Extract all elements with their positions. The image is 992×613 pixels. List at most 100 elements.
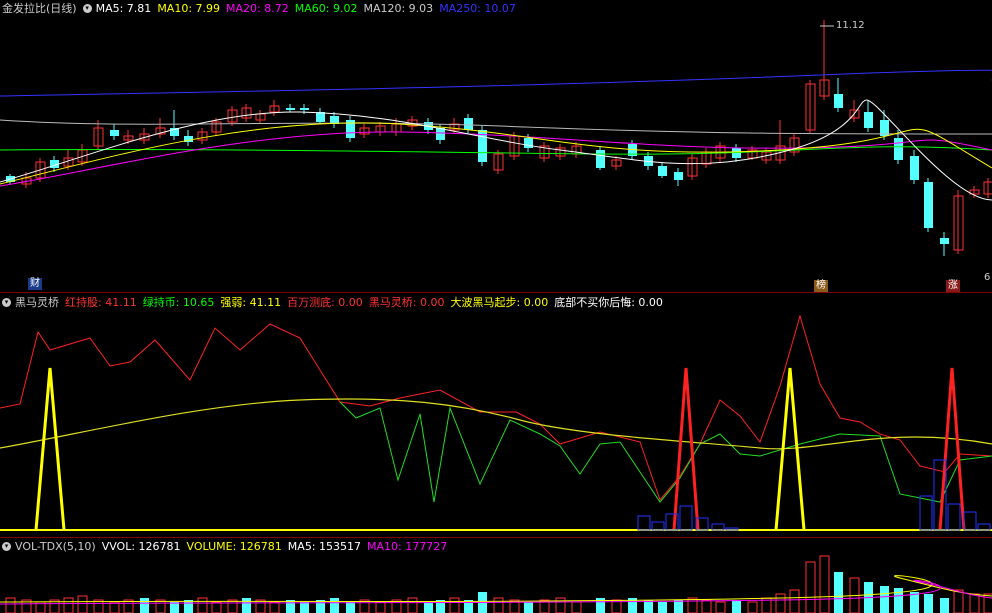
volume-bar <box>140 598 149 613</box>
edge-label: 6 <box>984 272 991 283</box>
volume-header: ▾ VOL-TDX(5,10) VVOL: 126781 VOLUME: 126… <box>2 540 453 554</box>
volume-bar <box>924 594 933 613</box>
ma20-label: MA20: 8.72 <box>226 2 289 15</box>
volume-bar <box>747 601 758 613</box>
wave-label: 大波黑马起步: 0.00 <box>450 296 549 309</box>
strength-label: 强弱: 41.11 <box>220 296 282 309</box>
ma60-label: MA60: 9.02 <box>294 2 358 15</box>
candle-body <box>658 166 667 176</box>
volume-bar <box>449 597 460 613</box>
bottom-label: 底部不买你后悔: 0.00 <box>554 296 663 309</box>
yellow-line <box>0 398 992 450</box>
candle-body <box>864 112 873 128</box>
volume-bar <box>953 589 964 613</box>
red-hold-label: 红持股: 41.11 <box>65 296 137 309</box>
indicator-header: ▾ 黑马灵桥 红持股: 41.11 绿持币: 10.65 强弱: 41.11 百… <box>2 296 669 310</box>
volume-bar <box>242 598 251 613</box>
candle-body <box>110 130 119 136</box>
ma10-label: MA10: 7.99 <box>157 2 221 15</box>
collapse-icon[interactable]: ▾ <box>82 4 92 13</box>
volume-bar <box>658 602 667 613</box>
volume-bar <box>346 602 355 613</box>
candle-body <box>924 182 933 228</box>
volume-bar <box>644 600 653 613</box>
blue-bar <box>679 505 693 531</box>
candle-body <box>524 138 533 148</box>
volume-bar <box>789 589 800 613</box>
kline-chart[interactable] <box>0 0 992 292</box>
volume-bar <box>407 597 418 613</box>
kline-panel[interactable]: 金发拉比(日线) ▾ MA5: 7.81 MA10: 7.99 MA20: 8.… <box>0 0 992 292</box>
candle-body <box>286 108 295 110</box>
candle-body <box>674 172 683 180</box>
million-bottom-label: 百万测底: 0.00 <box>287 296 363 309</box>
volume-bar <box>701 599 712 613</box>
rise-tag[interactable]: 涨 <box>946 280 960 292</box>
volume-bar <box>63 597 74 613</box>
volume-bar <box>674 600 683 613</box>
volume-panel[interactable]: ▾ VOL-TDX(5,10) VVOL: 126781 VOLUME: 126… <box>0 538 992 613</box>
yellow-spike <box>34 367 66 531</box>
blue-bar <box>919 495 933 531</box>
ma120-line <box>0 119 992 135</box>
volume-bar <box>732 600 741 613</box>
candle-body <box>894 138 903 160</box>
kline-header: 金发拉比(日线) ▾ MA5: 7.81 MA10: 7.99 MA20: 8.… <box>2 2 522 16</box>
candle-body <box>436 128 445 140</box>
candle-body <box>732 148 741 158</box>
red-line <box>515 314 992 502</box>
ma250-label: MA250: 10.07 <box>439 2 516 15</box>
finance-tag[interactable]: 财 <box>28 278 42 290</box>
vol-ma5-label: MA5: 153517 <box>287 540 362 553</box>
volume-bar <box>155 599 166 613</box>
candle-body <box>596 150 605 168</box>
blue-bar <box>651 521 665 531</box>
volume-bar <box>969 593 980 613</box>
volume-bar <box>375 601 386 613</box>
volume-bar <box>687 597 698 613</box>
stock-title: 金发拉比(日线) <box>2 2 77 15</box>
list-tag[interactable]: 榜 <box>814 280 828 292</box>
indicator-panel[interactable]: ▾ 黑马灵桥 红持股: 41.11 绿持币: 10.65 强弱: 41.11 百… <box>0 294 992 537</box>
ma5-label: MA5: 7.81 <box>95 2 152 15</box>
volume-bar <box>880 586 889 613</box>
volume-bar <box>834 572 843 613</box>
bridge-label: 黑马灵桥: 0.00 <box>368 296 445 309</box>
candle-body <box>940 238 949 244</box>
volume-bar <box>805 561 816 613</box>
ma250-line <box>0 69 992 97</box>
green-line <box>339 401 992 503</box>
vol-ma10-label: MA10: 177727 <box>367 540 448 553</box>
red-line <box>0 323 516 413</box>
volume-bar <box>330 598 339 613</box>
volume-bar <box>493 597 504 613</box>
blue-bar <box>637 515 651 531</box>
collapse-icon[interactable]: ▾ <box>2 298 11 307</box>
collapse-icon[interactable]: ▾ <box>2 542 11 551</box>
blue-bar <box>947 503 961 531</box>
candle-body <box>834 94 843 108</box>
volume-bar <box>300 602 309 613</box>
volume-bar <box>940 598 949 613</box>
volume-bar <box>269 601 280 613</box>
volume-label: VOLUME: 126781 <box>186 540 282 553</box>
volume-bar <box>123 599 134 613</box>
volume-bar <box>359 599 370 613</box>
volume-bar <box>211 601 222 613</box>
candle-body <box>316 112 325 122</box>
vvol-label: VVOL: 126781 <box>101 540 181 553</box>
volume-bar <box>184 600 193 613</box>
ma60-line <box>0 146 992 155</box>
separator <box>0 292 992 293</box>
volume-bar <box>5 597 16 613</box>
volume-bar <box>571 601 582 613</box>
volume-bar <box>715 601 726 613</box>
indicator-name: 黑马灵桥 <box>15 296 59 309</box>
volume-bar <box>391 599 402 613</box>
volume-bar <box>227 599 238 613</box>
volume-bar <box>197 597 208 613</box>
volume-bar <box>775 593 786 613</box>
green-cash-label: 绿持币: 10.65 <box>142 296 215 309</box>
indicator-chart[interactable] <box>0 294 992 537</box>
blue-bar <box>963 511 977 531</box>
